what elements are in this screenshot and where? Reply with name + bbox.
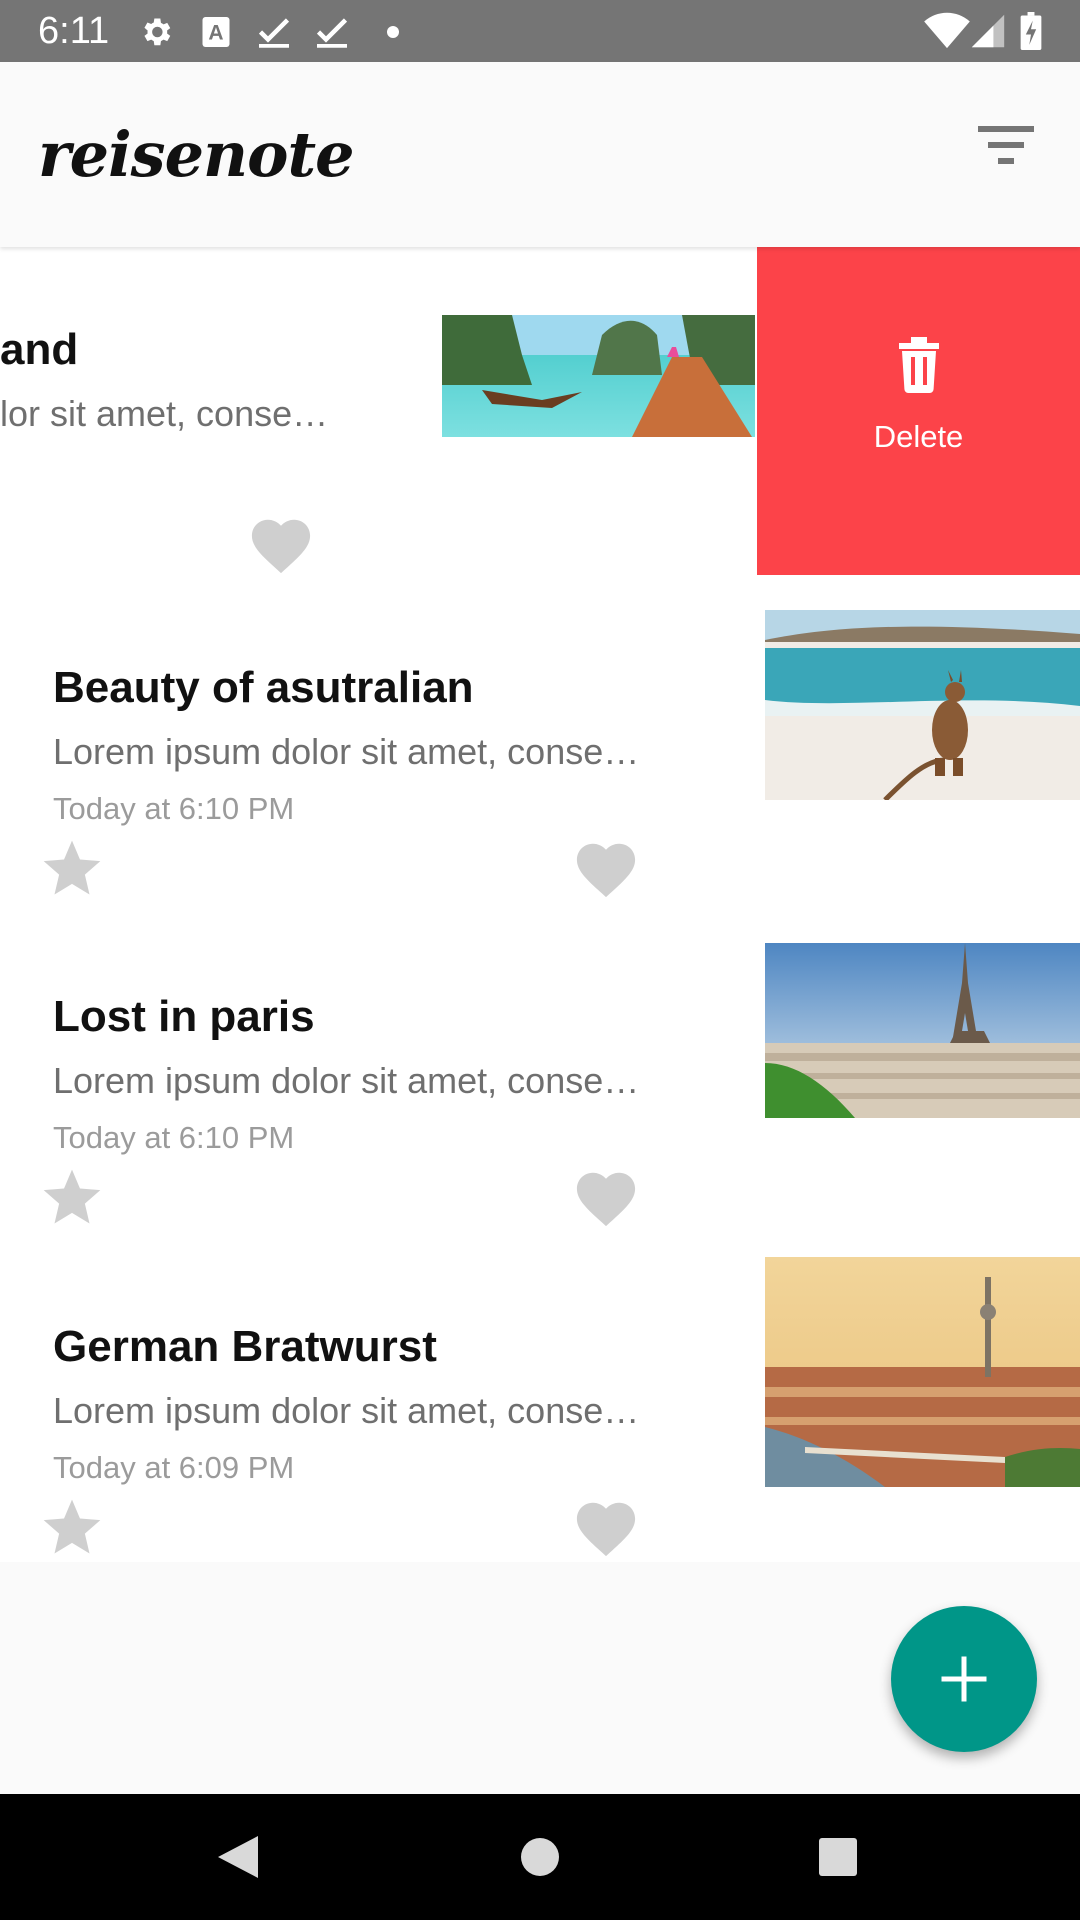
note-title: and: [0, 325, 79, 374]
svg-text:A: A: [208, 22, 223, 45]
note-excerpt: lor sit amet, conse…: [0, 393, 329, 434]
heart-icon[interactable]: [570, 1164, 642, 1228]
note-title: German Bratwurst: [53, 1322, 437, 1371]
note-date: Today at 6:10 PM: [53, 1120, 295, 1155]
home-icon[interactable]: [477, 1794, 603, 1920]
status-time: 6:11: [38, 10, 110, 52]
berlin-city-photo: [765, 1257, 1080, 1487]
paris-eiffel-photo: [765, 943, 1080, 1118]
delete-button[interactable]: Delete: [757, 247, 1080, 575]
font-icon: A: [202, 17, 230, 47]
star-icon[interactable]: [38, 1164, 106, 1232]
note-date: Today at 6:09 PM: [53, 1450, 295, 1485]
kangaroo-beach-photo: [765, 610, 1080, 800]
check-icon: [258, 18, 290, 48]
app-logo: reisenote: [38, 118, 355, 191]
note-excerpt: Lorem ipsum dolor sit amet, conse…: [53, 1060, 640, 1101]
note-title: Lost in paris: [53, 992, 315, 1041]
signal-icon: [971, 14, 1005, 48]
thailand-boats-photo: [442, 315, 755, 437]
recents-icon[interactable]: [775, 1794, 901, 1920]
back-icon[interactable]: [176, 1794, 302, 1920]
add-note-button[interactable]: [891, 1606, 1037, 1752]
list-item[interactable]: German Bratwurst Lorem ipsum dolor sit a…: [0, 1237, 1080, 1562]
heart-icon[interactable]: [245, 511, 317, 575]
trash-icon: [899, 337, 939, 393]
list-item-content[interactable]: and lor sit amet, conse…: [0, 247, 755, 577]
wifi-icon: [924, 12, 970, 49]
star-icon[interactable]: [38, 835, 106, 903]
notes-list: and lor sit amet, conse… Delete Beauty o…: [0, 247, 1080, 1562]
gear-icon: [144, 18, 171, 46]
heart-icon[interactable]: [570, 835, 642, 899]
delete-label: Delete: [873, 419, 964, 454]
list-item[interactable]: Beauty of asutralian Lorem ipsum dolor s…: [0, 577, 1080, 907]
star-icon[interactable]: [38, 1494, 106, 1562]
navigation-bar: [0, 1794, 1080, 1920]
status-bar: 6:11 A: [0, 0, 1080, 62]
battery-charging-icon: [1020, 12, 1042, 50]
note-excerpt: Lorem ipsum dolor sit amet, conse…: [53, 731, 640, 772]
note-excerpt: Lorem ipsum dolor sit amet, conse…: [53, 1390, 640, 1431]
heart-icon[interactable]: [570, 1494, 642, 1558]
list-item[interactable]: and lor sit amet, conse… Delete: [0, 247, 1080, 577]
check-icon: [316, 18, 348, 48]
plus-icon: [941, 1656, 987, 1702]
note-title: Beauty of asutralian: [53, 663, 474, 712]
list-item[interactable]: Lost in paris Lorem ipsum dolor sit amet…: [0, 907, 1080, 1237]
filter-icon[interactable]: [968, 108, 1044, 184]
app-bar: reisenote: [0, 62, 1080, 247]
note-date: Today at 6:10 PM: [53, 791, 295, 826]
dot-icon: [387, 26, 399, 38]
